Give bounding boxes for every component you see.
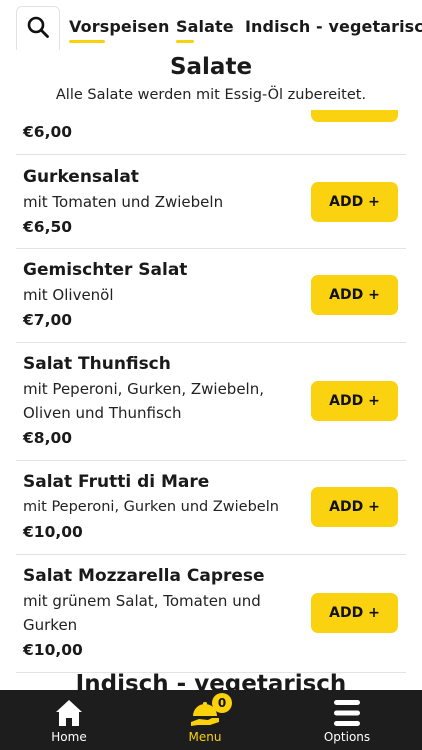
item-price: €10,00 (23, 523, 83, 541)
tab-label: Vorspeisen (69, 17, 170, 36)
tab-underline (176, 40, 194, 43)
add-button[interactable]: ADD + (311, 381, 398, 421)
item-name: Gemischter Salat (23, 260, 188, 280)
item-price: €10,00 (23, 641, 83, 659)
list-item: Salat Frutti di Mare mit Peperoni, Gurke… (16, 461, 406, 555)
add-button[interactable] (311, 110, 398, 122)
cart-count-badge: 0 (212, 693, 232, 713)
home-icon (53, 698, 85, 732)
item-name: Salat Frutti di Mare (23, 472, 210, 492)
list-item: Salat Thunfisch mit Peperoni, Gurken, Zw… (16, 343, 406, 461)
category-tabs: Vorspeisen Salate Indisch - vegetarisch (69, 0, 422, 50)
section-header: Salate Alle Salate werden mit Essig-Öl z… (0, 52, 422, 105)
search-button[interactable] (16, 6, 60, 50)
list-item: Salat Mozzarella Caprese mit grünem Sala… (16, 555, 406, 673)
item-description: mit grünem Salat, Tomaten und Gurken (23, 592, 261, 634)
item-name: Salat Mozzarella Caprese (23, 566, 265, 586)
nav-options[interactable]: Options (302, 690, 392, 750)
add-button[interactable]: ADD + (311, 487, 398, 527)
add-button[interactable]: ADD + (311, 593, 398, 633)
item-description: mit Olivenöl (23, 286, 114, 304)
section-title: Salate (169, 54, 253, 80)
section-subtitle: Alle Salate werden mit Essig-Öl zubereit… (55, 87, 367, 103)
list-item: Gurkensalat mit Tomaten und Zwiebeln €6,… (16, 155, 406, 249)
search-icon (26, 15, 50, 43)
item-description: mit Tomaten und Zwiebeln (23, 193, 224, 211)
hamburger-icon (332, 698, 362, 732)
nav-label: Menu (188, 730, 222, 744)
add-button[interactable]: ADD + (311, 275, 398, 315)
item-price: €8,00 (23, 429, 73, 447)
nav-home[interactable]: Home (24, 690, 114, 750)
item-price: €6,50 (23, 218, 73, 236)
tab-label: Indisch - vegetarisch (245, 17, 422, 36)
menu-item-list: €6,00 Gurkensalat mit Tomaten und Zwiebe… (0, 110, 422, 690)
tab-salate[interactable]: Salate (176, 17, 234, 43)
tab-indisch-vegetarisch[interactable]: Indisch - vegetarisch (245, 17, 422, 36)
item-price: €7,00 (23, 311, 73, 329)
nav-label: Home (51, 730, 87, 744)
nav-menu[interactable]: 0 Menu (160, 690, 250, 750)
bottom-navigation: Home 0 Menu Options (0, 690, 422, 750)
item-price: €6,00 (23, 123, 73, 141)
item-name: Gurkensalat (23, 167, 139, 187)
tab-label: Salate (176, 17, 234, 36)
tab-underline (69, 40, 105, 43)
list-item: Gemischter Salat mit Olivenöl €7,00 ADD … (16, 249, 406, 343)
add-button[interactable]: ADD + (311, 182, 398, 222)
nav-label: Options (323, 730, 371, 744)
item-description: mit Peperoni, Gurken und Zwiebeln (23, 499, 279, 515)
tab-vorspeisen[interactable]: Vorspeisen (69, 17, 170, 43)
category-bar: Vorspeisen Salate Indisch - vegetarisch (0, 0, 422, 50)
item-description: mit Peperoni, Gurken, Zwiebeln, Oliven u… (23, 380, 264, 422)
item-name: Salat Thunfisch (23, 354, 171, 374)
